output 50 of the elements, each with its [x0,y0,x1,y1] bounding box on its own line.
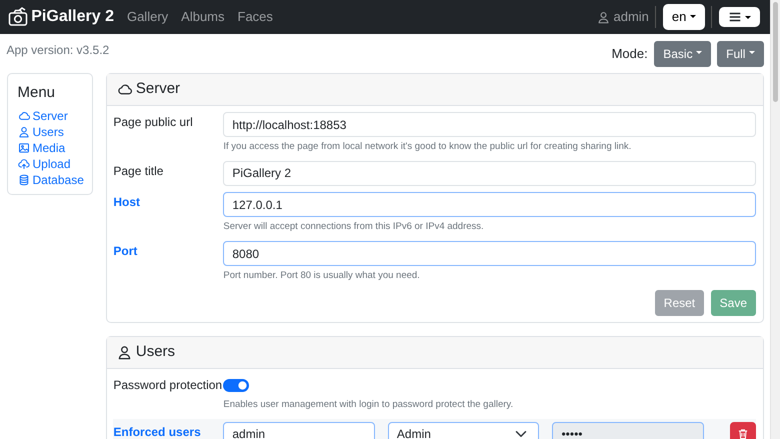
field-label: Page title [113,162,164,180]
mode-label: Mode: [612,44,648,63]
scrollbar-thumb[interactable] [773,2,778,102]
field-label: Host [113,194,142,212]
input-field[interactable]: 8080 [223,241,756,266]
input-field[interactable]: 127.0.0.1 [223,192,756,218]
cloud-icon [18,110,30,122]
toggle-switch[interactable] [223,378,250,392]
field-label: Password protection [113,377,224,394]
help-text: Port number. Port 80 is usually what you need. [223,269,421,283]
mode-dropdown[interactable]: Basic [654,40,711,66]
language-dropdown[interactable]: en [662,4,705,30]
trash-icon [737,428,750,439]
mode-dropdown[interactable]: Full [717,40,764,66]
app-version: App version: v3.5.2 [6,42,110,58]
menu-link[interactable]: Media [18,140,84,156]
scrollbar[interactable] [770,0,780,439]
help-text: Server will accept connections from this IPv6 or IPv4 address. [223,220,485,234]
username[interactable]: admin [613,7,649,27]
field-label: Port [113,243,138,260]
username-field[interactable]: admin [223,422,375,439]
input-field[interactable]: PiGallery 2 [223,160,756,186]
menu-title: Menu [18,83,56,103]
person-icon [116,345,132,360]
image-icon [18,142,30,154]
menu-dropdown[interactable] [718,7,760,27]
user-icon [597,10,610,24]
brand-name[interactable]: PiGallery 2 [31,5,114,29]
menu-link[interactable]: Server [18,108,84,124]
input-field[interactable]: http://localhost:18853 [223,112,756,137]
card-title: Users [136,342,176,362]
person-icon [18,126,30,138]
role-select[interactable]: Admin [388,422,540,439]
delete-button[interactable] [730,422,756,439]
card-title: Server [136,79,180,99]
help-text: If you access the page from local network it's good to know the public url for creating sharing link. [223,140,632,154]
menu-link[interactable]: Database [18,172,84,188]
camera-icon [8,7,28,27]
field-label: Page public url [113,114,194,131]
menu-link[interactable]: Users [18,124,84,140]
help-text: Enables user management with login to password protect the gallery. [223,398,514,412]
menu-link[interactable]: Upload [18,156,84,172]
database-icon [18,174,30,186]
menu-icon [728,10,742,24]
upload-icon [18,158,30,170]
nav-link[interactable]: Faces [238,7,273,27]
field-label: Enforced users [113,424,202,439]
nav-link[interactable]: Albums [181,7,225,27]
nav-link[interactable]: Gallery [126,7,168,27]
cloud-icon [116,82,132,97]
